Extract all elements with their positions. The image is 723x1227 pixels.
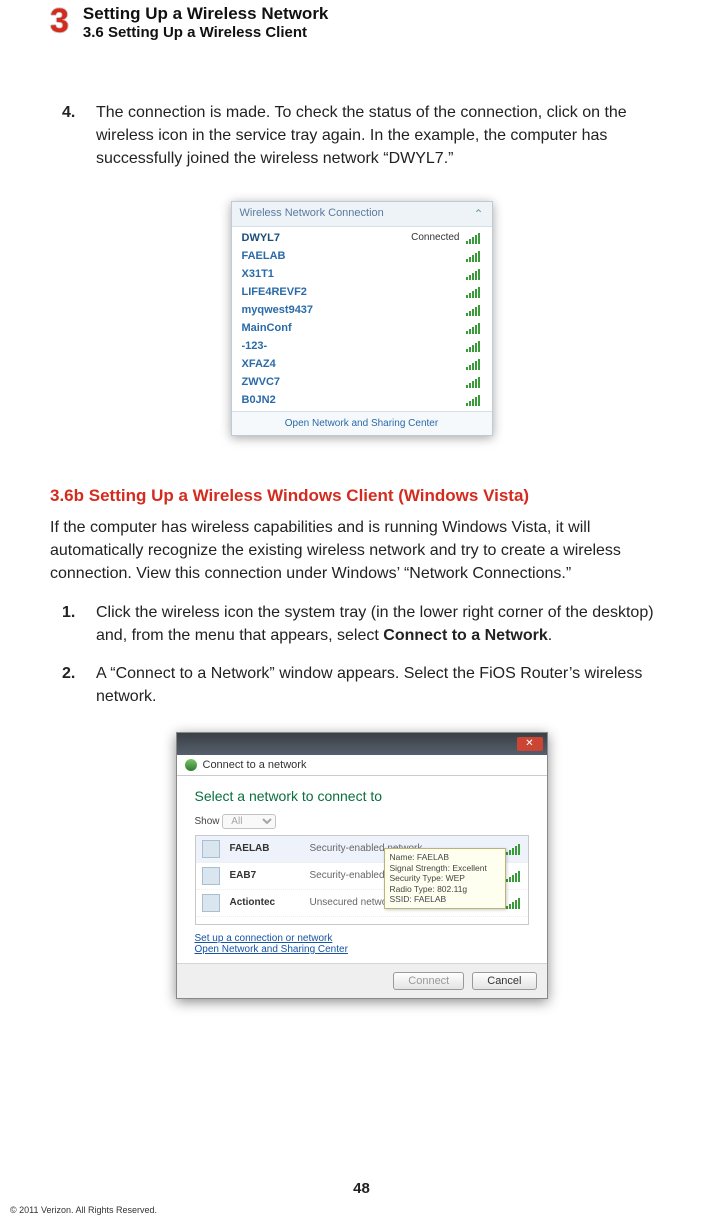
step4-text: The connection is made. To check the sta…: [96, 101, 673, 171]
figure-vista-dialog: ✕ Connect to a network Select a network …: [176, 732, 548, 999]
connect-button: Connect: [393, 972, 464, 990]
network-name: MainConf: [242, 322, 292, 334]
network-name: B0JN2: [242, 394, 276, 406]
list-item: B0JN2: [232, 391, 492, 409]
signal-bars-icon: [466, 250, 482, 262]
cancel-button: Cancel: [472, 972, 536, 990]
signal-bars-icon: [506, 843, 522, 855]
signal-bars-icon: [506, 897, 522, 909]
step2-text: A “Connect to a Network” window appears.…: [96, 662, 673, 708]
list-item: MainConf: [232, 319, 492, 337]
network-name: XFAZ4: [242, 358, 276, 370]
network-status: Connected: [411, 232, 459, 243]
list-item: X31T1: [232, 265, 492, 283]
list-item: myqwest9437: [232, 301, 492, 319]
network-name: LIFE4REVF2: [242, 286, 307, 298]
list-item: XFAZ4: [232, 355, 492, 373]
setup-connection-link: Set up a connection or network: [195, 933, 529, 944]
network-name: ZWVC7: [242, 376, 281, 388]
network-list: DWYL7 Connected FAELAB X31T1 LIFE4REVF2 …: [232, 227, 492, 411]
close-icon: ✕: [517, 737, 543, 751]
show-select: All: [222, 814, 276, 829]
network-name: Actiontec: [230, 897, 300, 908]
flyout-header: Wireless Network Connection: [240, 207, 384, 221]
copyright: © 2011 Verizon. All Rights Reserved.: [10, 1205, 157, 1215]
chapter-number: 3: [50, 4, 69, 38]
chapter-title: Setting Up a Wireless Network: [83, 4, 328, 24]
dialog-heading: Select a network to connect to: [195, 788, 529, 804]
signal-bars-icon: [466, 286, 482, 298]
open-network-center-link: Open Network and Sharing Center: [232, 411, 492, 435]
step2-number: 2.: [62, 662, 82, 708]
network-name: DWYL7: [242, 232, 281, 244]
network-name: FAELAB: [230, 843, 300, 854]
signal-bars-icon: [466, 394, 482, 406]
network-icon: [202, 867, 220, 885]
step1-number: 1.: [62, 601, 82, 647]
network-name: FAELAB: [242, 250, 286, 262]
section-subtitle: 3.6 Setting Up a Wireless Client: [83, 24, 328, 41]
signal-bars-icon: [466, 304, 482, 316]
list-item: FAELAB: [232, 247, 492, 265]
subsection-intro: If the computer has wireless capabilitie…: [50, 516, 673, 586]
signal-bars-icon: [466, 232, 482, 244]
breadcrumb: Connect to a network: [177, 755, 547, 776]
signal-bars-icon: [466, 358, 482, 370]
page-number: 48: [0, 1180, 723, 1197]
show-label: Show: [195, 816, 220, 827]
collapse-icon: ⌃: [473, 207, 483, 221]
list-item: DWYL7 Connected: [232, 229, 492, 247]
network-name: myqwest9437: [242, 304, 314, 316]
signal-bars-icon: [466, 268, 482, 280]
tooltip: Name: FAELAB Signal Strength: Excellent …: [384, 848, 506, 909]
network-name: EAB7: [230, 870, 300, 881]
network-icon: [202, 894, 220, 912]
signal-bars-icon: [506, 870, 522, 882]
network-listbox: FAELAB Security-enabled network EAB7 Sec…: [195, 835, 529, 925]
list-item: LIFE4REVF2: [232, 283, 492, 301]
list-item: ZWVC7: [232, 373, 492, 391]
network-name: -123-: [242, 340, 268, 352]
network-name: X31T1: [242, 268, 274, 280]
network-icon: [202, 840, 220, 858]
signal-bars-icon: [466, 376, 482, 388]
step4-number: 4.: [62, 101, 82, 171]
figure-win7-flyout: Wireless Network Connection ⌃ DWYL7 Conn…: [231, 201, 493, 436]
subsection-heading: 3.6b Setting Up a Wireless Windows Clien…: [50, 486, 673, 506]
open-sharing-center-link: Open Network and Sharing Center: [195, 944, 529, 955]
list-item: -123-: [232, 337, 492, 355]
signal-bars-icon: [466, 322, 482, 334]
titlebar: ✕: [177, 733, 547, 755]
signal-bars-icon: [466, 340, 482, 352]
network-globe-icon: [185, 759, 197, 771]
step1-text: Click the wireless icon the system tray …: [96, 601, 673, 647]
